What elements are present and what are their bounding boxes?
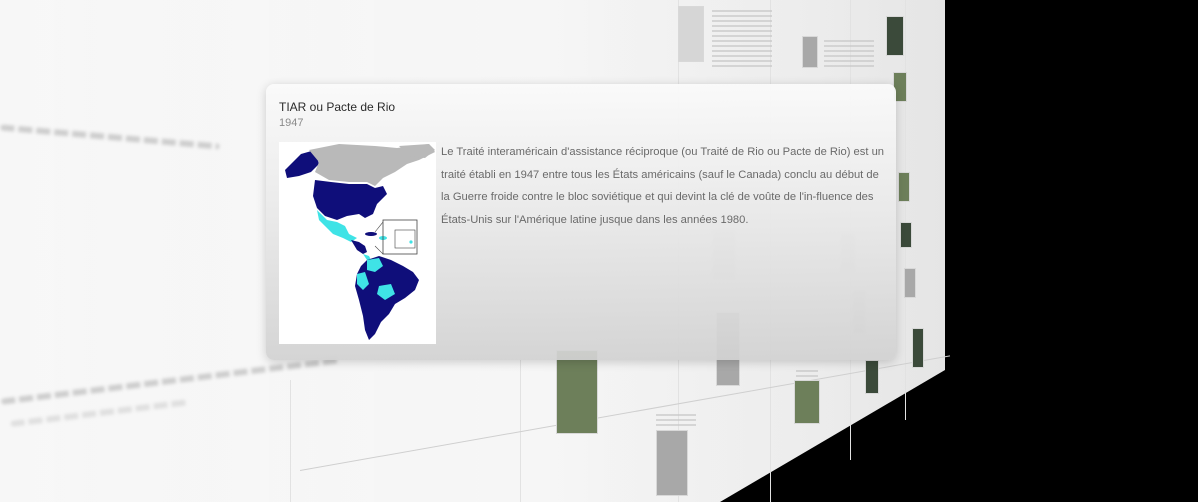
- event-thumbnail[interactable]: [904, 268, 916, 298]
- event-thumbnail[interactable]: [802, 36, 818, 68]
- event-thumbnail[interactable]: [556, 350, 598, 434]
- timeline-viewport[interactable]: TIAR ou Pacte de Rio 1947 Le Traité inte…: [0, 0, 1198, 502]
- event-title: TIAR ou Pacte de Rio: [279, 100, 396, 114]
- event-thumbnail[interactable]: [678, 6, 704, 62]
- event-text-snippet: [656, 414, 696, 426]
- event-text-snippet: [712, 10, 772, 70]
- event-thumbnail[interactable]: [656, 430, 688, 496]
- event-thumbnail[interactable]: [912, 328, 924, 368]
- event-description: Le Traité interaméricain d'assistance ré…: [441, 146, 885, 226]
- event-text-snippet: [824, 40, 874, 70]
- event-year: 1947: [279, 117, 304, 129]
- event-thumbnail[interactable]: [865, 360, 879, 394]
- timeline-gridline: [290, 380, 291, 502]
- timeline-gridline: [905, 0, 906, 420]
- event-thumbnail[interactable]: [900, 222, 912, 248]
- event-thumbnail[interactable]: [898, 172, 910, 202]
- event-thumbnail[interactable]: [886, 16, 904, 56]
- americas-map-icon: [279, 142, 436, 344]
- event-detail-card[interactable]: TIAR ou Pacte de Rio 1947 Le Traité inte…: [266, 84, 896, 360]
- event-text-snippet: [796, 370, 818, 378]
- event-thumbnail[interactable]: [794, 380, 820, 424]
